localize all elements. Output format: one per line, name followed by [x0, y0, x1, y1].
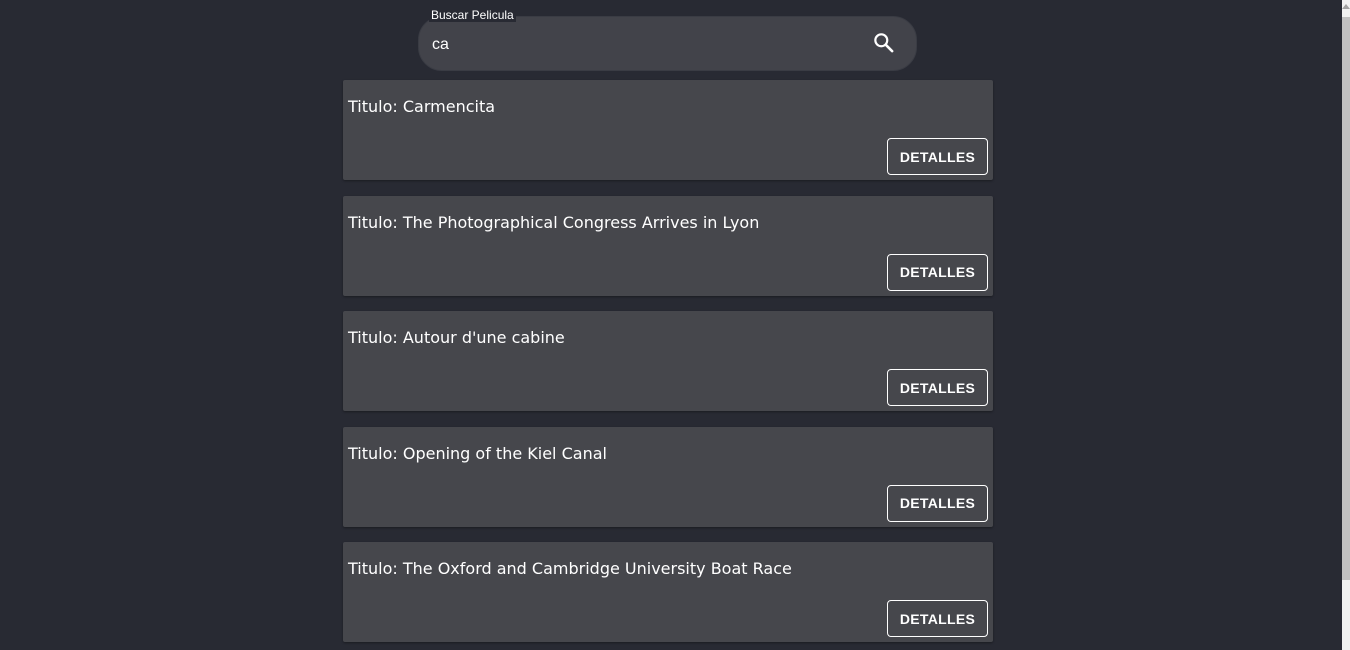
movie-title: Titulo: The Photographical Congress Arri…	[348, 213, 759, 232]
movie-card: Titulo: The Photographical Congress Arri…	[343, 195, 993, 296]
page-scrollbar[interactable]	[1342, 0, 1350, 650]
search-input[interactable]	[432, 33, 852, 57]
title-text: The Photographical Congress Arrives in L…	[402, 212, 760, 232]
title-text: Carmencita	[402, 97, 496, 116]
movie-title: Titulo: Carmencita	[348, 97, 495, 116]
movie-title: Titulo: Opening of the Kiel Canal	[348, 444, 607, 463]
search-button[interactable]	[871, 30, 897, 56]
title-text: The Oxford and Cambridge University Boat…	[402, 559, 792, 578]
search-icon	[874, 33, 894, 53]
title-prefix: Titulo:	[348, 443, 403, 463]
movie-card: Titulo: Opening of the Kiel Canal DETALL…	[343, 426, 993, 527]
title-prefix: Titulo:	[348, 97, 403, 116]
movie-card: Titulo: The Oxford and Cambridge Univers…	[343, 542, 993, 642]
title-prefix: Titulo:	[348, 328, 403, 347]
movie-card: Titulo: Carmencita DETALLES	[343, 80, 993, 180]
title-text: Opening of the Kiel Canal	[402, 443, 607, 463]
details-button[interactable]: DETALLES	[887, 484, 988, 522]
title-text: Autour d'une cabine	[402, 328, 565, 347]
movie-card: Titulo: Autour d'une cabine DETALLES	[343, 311, 993, 411]
movie-title: Titulo: The Oxford and Cambridge Univers…	[348, 559, 792, 578]
results-list: Titulo: Carmencita DETALLES Titulo: The …	[343, 80, 993, 650]
movie-title: Titulo: Autour d'une cabine	[348, 328, 565, 347]
search-field[interactable]: Buscar Pelicula	[418, 8, 917, 71]
details-button[interactable]: DETALLES	[887, 138, 988, 175]
details-button[interactable]: DETALLES	[887, 600, 988, 637]
details-button[interactable]: DETALLES	[887, 369, 988, 406]
scroll-up-arrow-icon[interactable]	[1342, 4, 1350, 9]
page: Buscar Pelicula Titulo: Carmencita DETAL…	[0, 0, 1350, 650]
details-button[interactable]: DETALLES	[887, 253, 988, 291]
title-prefix: Titulo:	[348, 212, 403, 232]
scrollbar-thumb[interactable]	[1342, 17, 1350, 580]
search-label: Buscar Pelicula	[429, 8, 516, 22]
title-prefix: Titulo:	[348, 559, 403, 578]
